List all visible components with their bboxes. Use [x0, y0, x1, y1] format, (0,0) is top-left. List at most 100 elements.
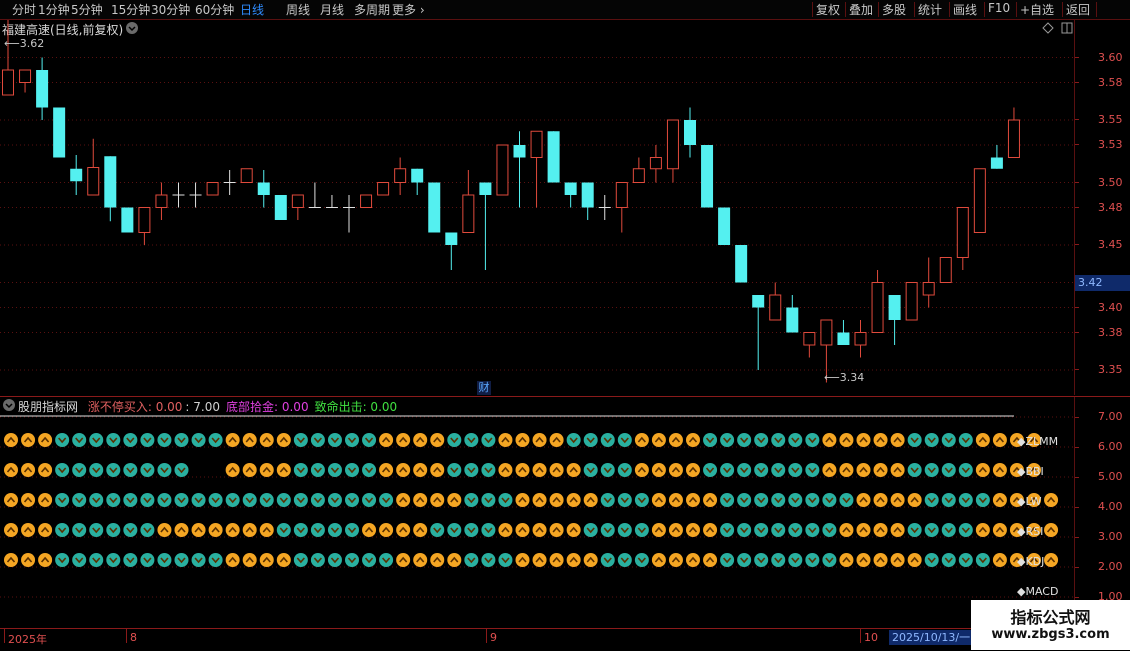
- signal-disc: [4, 493, 18, 507]
- tab-period-9[interactable]: 多周期: [354, 1, 390, 18]
- signal-up-icon: [890, 493, 905, 507]
- signal-disc: [21, 463, 36, 477]
- indicator-chart[interactable]: [0, 397, 1074, 627]
- signal-up-icon: [515, 463, 530, 477]
- finance-marker[interactable]: 财: [477, 381, 491, 395]
- tab-period-3[interactable]: 15分钟: [111, 1, 150, 18]
- signal-disc: [327, 493, 342, 507]
- signal-disc: [600, 523, 615, 537]
- signal-disc: [771, 433, 786, 447]
- signal-up-icon: [515, 493, 530, 507]
- price-axis-label: 3.53: [1098, 138, 1123, 151]
- signal-disc: [634, 463, 649, 477]
- signal-disc: [106, 493, 121, 507]
- signal-disc: [259, 553, 274, 567]
- signal-row-label: ◆ZLMM: [1017, 435, 1059, 448]
- candlestick-chart[interactable]: [0, 20, 1074, 395]
- candle: [496, 144, 509, 196]
- candle-body: [138, 207, 151, 233]
- toolbar-button-5[interactable]: F10: [988, 1, 1010, 15]
- signal-down-icon: [106, 493, 121, 507]
- signal-disc: [668, 553, 683, 567]
- signal-up-icon: [992, 523, 1007, 537]
- signal-down-icon: [447, 463, 462, 477]
- tab-period-5[interactable]: 60分钟: [195, 1, 234, 18]
- signal-down-icon: [737, 553, 752, 567]
- signal-up-icon: [4, 523, 18, 537]
- signal-down-icon: [703, 463, 718, 477]
- tab-period-0[interactable]: 分时: [12, 1, 36, 18]
- tab-period-1[interactable]: 1分钟: [38, 1, 70, 18]
- signal-disc: [225, 433, 240, 447]
- signal-down-icon: [737, 523, 752, 537]
- signal-disc: [157, 463, 172, 477]
- tab-period-8[interactable]: 月线: [320, 1, 344, 18]
- toolbar-button-0[interactable]: 复权: [816, 1, 840, 18]
- signal-up-icon: [651, 523, 666, 537]
- signal-down-icon: [754, 463, 769, 477]
- signal-up-icon: [430, 553, 445, 567]
- signal-down-icon: [55, 463, 70, 477]
- signal-up-icon: [191, 523, 206, 537]
- signal-disc: [123, 553, 138, 567]
- toolbar-button-4[interactable]: 画线: [953, 1, 977, 18]
- tab-period-10[interactable]: 更多 ›: [392, 1, 425, 18]
- signal-disc: [123, 523, 138, 537]
- toolbar-button-2[interactable]: 多股: [882, 1, 906, 18]
- signal-disc: [617, 553, 632, 567]
- signal-down-icon: [907, 523, 922, 537]
- price-axis-tick: [1075, 81, 1079, 83]
- signal-down-icon: [617, 493, 632, 507]
- signal-up-icon: [396, 433, 411, 447]
- signal-disc: [583, 433, 598, 447]
- candle-body: [990, 157, 1003, 169]
- candle: [666, 119, 679, 183]
- low-arrow-icon: ⟵: [824, 371, 840, 384]
- signal-up-icon: [38, 553, 53, 567]
- toolbar-button-1[interactable]: 叠加: [849, 1, 873, 18]
- signal-down-icon: [174, 493, 189, 507]
- signal-disc: [907, 523, 922, 537]
- signal-down-icon: [754, 433, 769, 447]
- candle-body: [649, 157, 662, 170]
- signal-down-icon: [293, 433, 308, 447]
- toolbar-button-6[interactable]: +自选: [1020, 1, 1054, 18]
- signal-up-icon: [4, 553, 18, 567]
- candle-body: [377, 182, 390, 196]
- signal-down-icon: [941, 493, 956, 507]
- signal-disc: [481, 463, 496, 477]
- indicator-axis-tick: [1075, 447, 1079, 448]
- signal-disc: [532, 523, 547, 537]
- signal-disc: [566, 523, 581, 537]
- signal-disc: [634, 553, 649, 567]
- signal-disc: [941, 463, 956, 477]
- signal-up-icon: [259, 463, 274, 477]
- signal-up-icon: [822, 433, 837, 447]
- signal-disc: [327, 433, 342, 447]
- signal-disc: [413, 433, 428, 447]
- price-axis-label: 3.35: [1098, 363, 1123, 376]
- signal-disc: [958, 433, 973, 447]
- tab-period-2[interactable]: 5分钟: [71, 1, 103, 18]
- toolbar-separator: [949, 2, 950, 17]
- tab-period-6[interactable]: 日线: [240, 1, 264, 18]
- signal-disc: [4, 523, 18, 537]
- indicator-axis-tick: [1075, 537, 1079, 538]
- signal-disc: [345, 493, 359, 507]
- signal-down-icon: [600, 523, 615, 537]
- signal-down-icon: [498, 553, 513, 567]
- toolbar-button-3[interactable]: 统计: [918, 1, 942, 18]
- signal-disc: [430, 463, 445, 477]
- signal-down-icon: [140, 463, 155, 477]
- signal-down-icon: [140, 523, 155, 537]
- candle-body: [837, 332, 850, 345]
- signal-disc: [515, 493, 530, 507]
- signal-down-icon: [788, 463, 803, 477]
- tab-period-4[interactable]: 30分钟: [151, 1, 190, 18]
- tab-period-7[interactable]: 周线: [286, 1, 310, 18]
- toolbar-button-7[interactable]: 返回: [1066, 1, 1090, 18]
- signal-disc: [89, 523, 104, 537]
- signal-down-icon: [242, 493, 257, 507]
- signal-disc: [379, 553, 394, 567]
- signal-up-icon: [225, 523, 240, 537]
